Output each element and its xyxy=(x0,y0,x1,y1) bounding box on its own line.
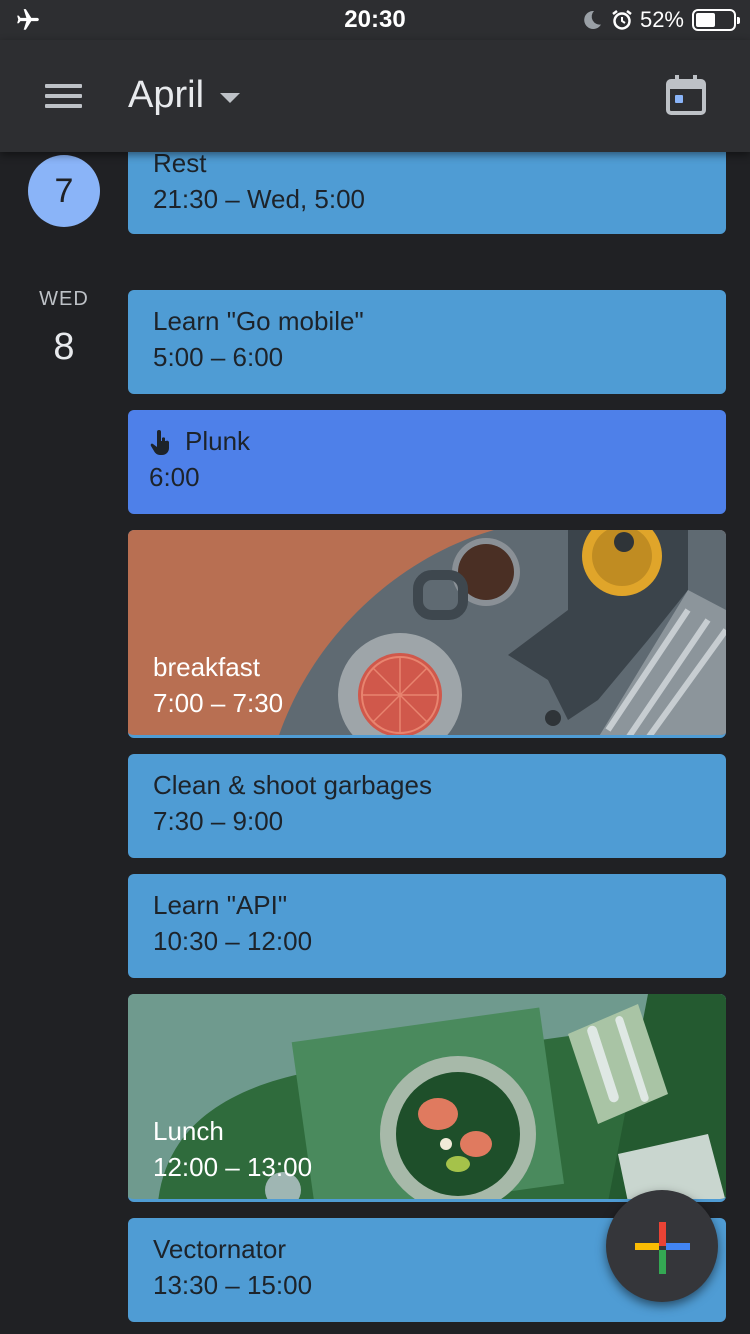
battery-percent: 52% xyxy=(639,7,684,32)
event-time: 10:30 – 12:00 xyxy=(153,926,313,956)
event-title: Clean & shoot garbages xyxy=(153,770,432,800)
event-title: Vectornator xyxy=(153,1234,286,1264)
event-time: 5:00 – 6:00 xyxy=(153,342,284,372)
battery-fill xyxy=(696,13,715,27)
battery-icon xyxy=(692,9,740,31)
hamburger-menu-icon[interactable] xyxy=(34,70,94,122)
month-selector[interactable]: April xyxy=(128,74,241,117)
event-card[interactable]: Clean & shoot garbages 7:30 – 9:00 xyxy=(128,754,726,858)
event-card[interactable]: Rest 21:30 – Wed, 5:00 xyxy=(128,152,726,234)
event-time: 21:30 – Wed, 5:00 xyxy=(153,184,366,214)
calendar-today-icon[interactable] xyxy=(660,70,712,122)
day-number[interactable]: 8 xyxy=(0,326,128,369)
event-title: Rest xyxy=(153,152,207,178)
event-time: 7:00 – 7:30 xyxy=(153,688,284,718)
event-card[interactable]: Lunch 12:00 – 13:00 xyxy=(128,994,726,1202)
status-bar: 20:30 52% xyxy=(0,0,750,40)
create-event-button[interactable] xyxy=(606,1190,718,1302)
day-number: 7 xyxy=(54,171,74,210)
app-bar: April xyxy=(0,40,750,152)
event-title: breakfast xyxy=(153,652,260,682)
event-title: Plunk xyxy=(185,426,251,456)
event-card[interactable]: Learn "API" 10:30 – 12:00 xyxy=(128,874,726,978)
plus-icon xyxy=(635,1222,690,1274)
event-card[interactable]: breakfast 7:00 – 7:30 xyxy=(128,530,726,738)
event-card[interactable]: Learn "Go mobile" 5:00 – 6:00 xyxy=(128,290,726,394)
status-right: 52% xyxy=(580,6,740,34)
event-time: 13:30 – 15:00 xyxy=(153,1270,313,1300)
moon-icon xyxy=(584,10,601,29)
event-title: Learn "API" xyxy=(153,890,288,920)
event-title: Lunch xyxy=(153,1116,224,1146)
event-time: 6:00 xyxy=(149,462,200,492)
event-title: Learn "Go mobile" xyxy=(153,306,364,336)
event-time: 12:00 – 13:00 xyxy=(153,1152,313,1182)
weekday-label: WED xyxy=(39,288,89,310)
event-card[interactable]: Plunk 6:00 xyxy=(128,410,726,514)
event-time: 7:30 – 9:00 xyxy=(153,806,284,836)
hand-pointer-icon xyxy=(150,430,169,455)
day-badge-today[interactable]: 7 xyxy=(28,155,100,227)
month-label: April xyxy=(128,74,205,116)
alarm-icon xyxy=(612,10,632,30)
caret-down-icon xyxy=(220,92,241,103)
